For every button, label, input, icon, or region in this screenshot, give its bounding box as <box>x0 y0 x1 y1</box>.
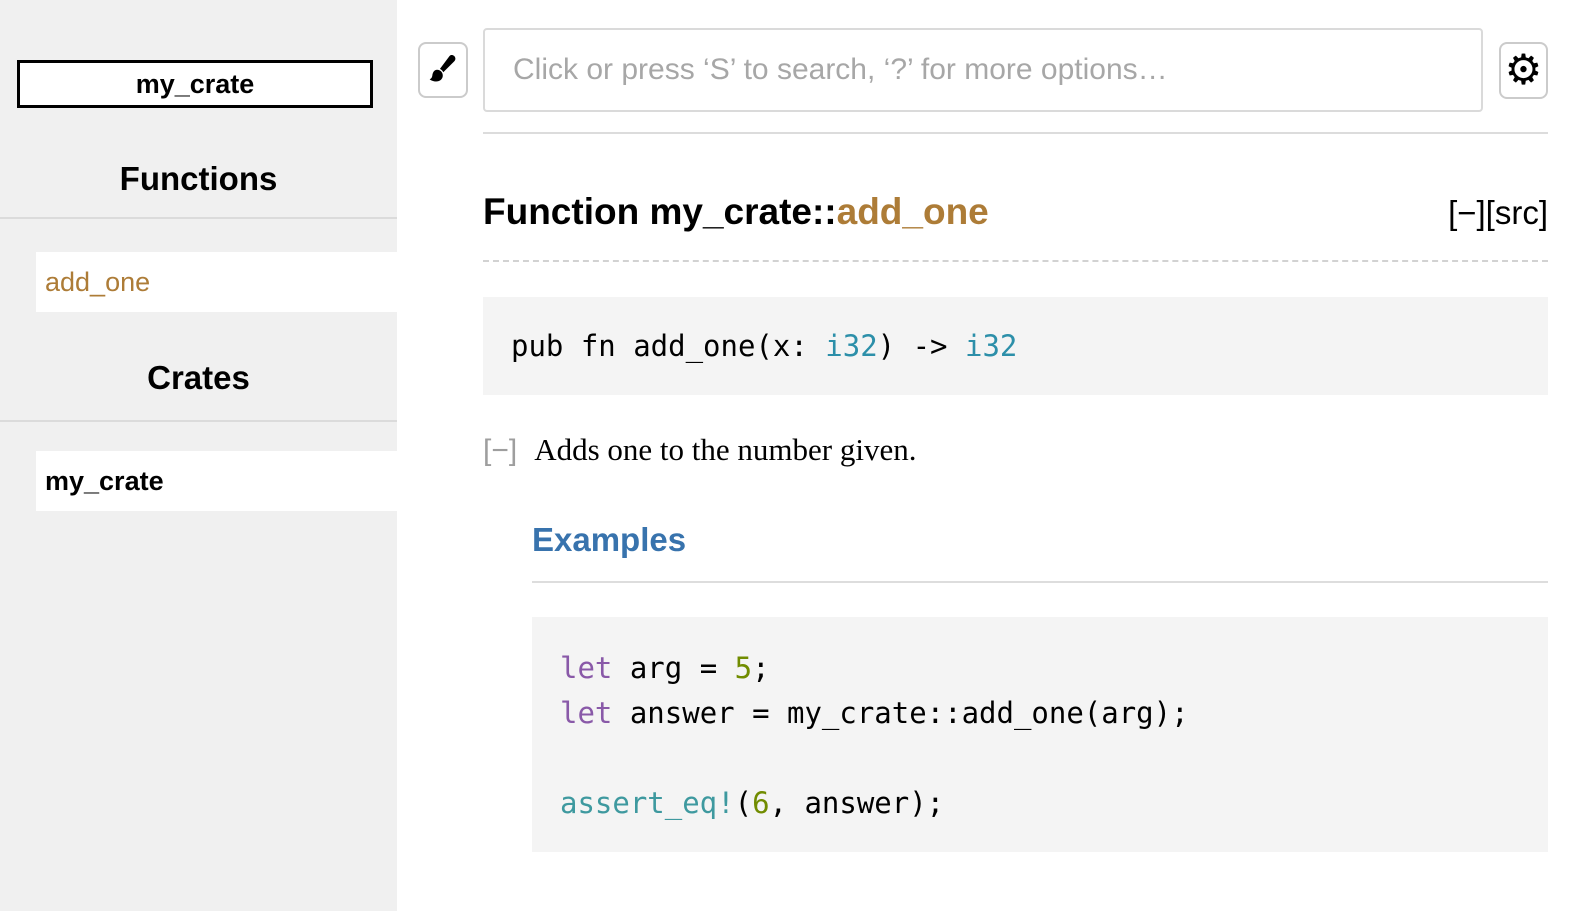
item-page: Function my_crate::add_one [−][src] pub … <box>483 0 1548 911</box>
example-code-block: let arg = 5;let answer = my_crate::add_o… <box>532 617 1548 852</box>
doc-collapse-toggle[interactable]: [−] <box>483 434 517 467</box>
example-code: let arg = 5;let answer = my_crate::add_o… <box>560 646 1548 826</box>
fn-signature-code: pub fn add_one(x: i32) -> i32 <box>511 329 1017 363</box>
main-content: ⚙ Function my_crate::add_one [−][src] pu… <box>397 0 1578 911</box>
sidebar-crate-title-label: my_crate <box>136 69 255 100</box>
theme-picker-button[interactable] <box>418 42 468 98</box>
sidebar-item-my-crate-label: my_crate <box>45 466 164 497</box>
page-title-fn-name: add_one <box>837 191 989 232</box>
doc-summary: [−] Adds one to the number given. <box>483 430 1548 471</box>
sidebar-section-crates-heading: Crates <box>0 359 397 397</box>
src-link[interactable]: [src] <box>1486 194 1548 231</box>
sidebar-divider <box>0 420 397 422</box>
function-signature-block: pub fn add_one(x: i32) -> i32 <box>483 297 1548 395</box>
doc-summary-text: Adds one to the number given. <box>534 432 916 467</box>
sidebar-item-add-one-label: add_one <box>45 267 150 298</box>
sidebar-item-add-one[interactable]: add_one <box>36 252 397 312</box>
header-actions: [−][src] <box>1448 194 1548 232</box>
sidebar-item-my-crate[interactable]: my_crate <box>36 451 397 511</box>
paintbrush-icon <box>427 53 459 88</box>
sidebar-divider <box>0 217 397 219</box>
sidebar: my_crate Functions add_one Crates my_cra… <box>0 0 397 911</box>
collapse-toggle[interactable]: [−] <box>1448 194 1486 231</box>
page-title: Function my_crate::add_one <box>483 186 989 238</box>
page-title-prefix: Function my_crate:: <box>483 191 837 232</box>
sidebar-section-functions-heading: Functions <box>0 160 397 198</box>
examples-heading: Examples <box>532 516 1548 583</box>
sidebar-crate-title: my_crate <box>17 60 373 108</box>
function-header: Function my_crate::add_one [−][src] <box>483 186 1548 262</box>
